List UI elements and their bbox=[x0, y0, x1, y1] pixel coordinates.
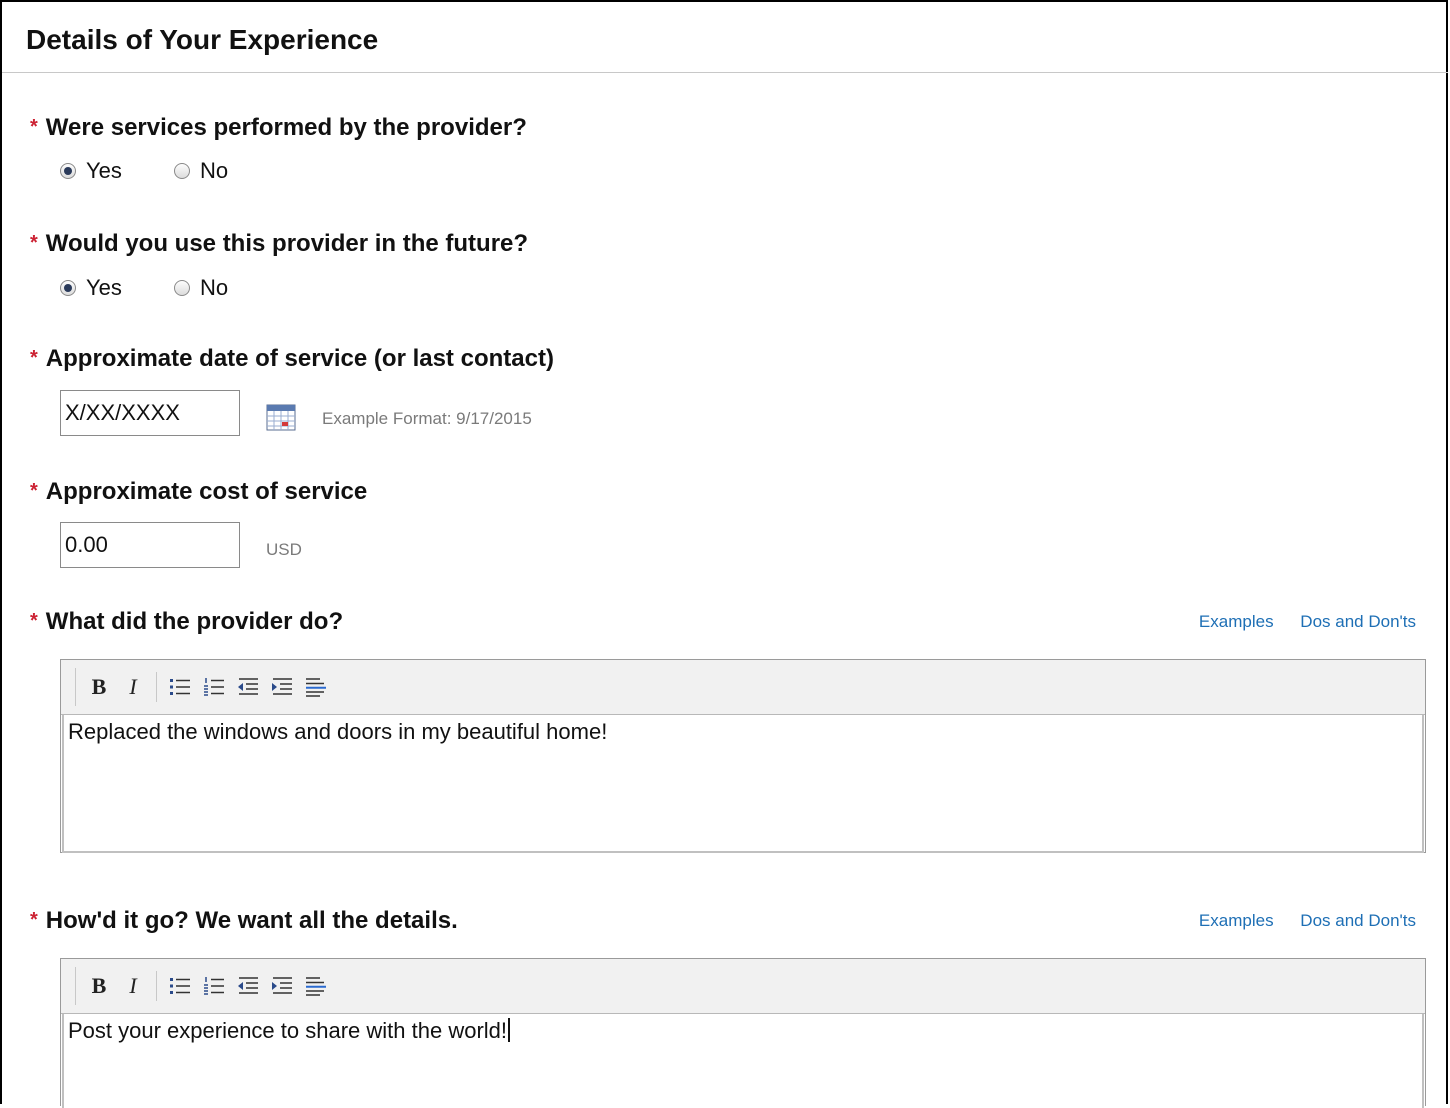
editor-text: Replaced the windows and doors in my bea… bbox=[68, 719, 608, 744]
editor-text: Post your experience to share with the w… bbox=[68, 1018, 508, 1043]
question-label: What did the provider do? bbox=[45, 608, 344, 635]
editor-toolbar: B I bbox=[61, 660, 1425, 715]
required-marker: * bbox=[30, 480, 38, 502]
required-marker: * bbox=[30, 909, 38, 931]
question-label: Would you use this provider in the futur… bbox=[45, 230, 529, 257]
outdent-icon bbox=[238, 678, 258, 695]
italic-button[interactable]: I bbox=[116, 670, 150, 704]
bold-button[interactable]: B bbox=[82, 969, 116, 1003]
indent-icon bbox=[272, 977, 292, 994]
required-marker: * bbox=[30, 232, 38, 254]
toolbar-button-group: B I bbox=[75, 967, 333, 1005]
radio-label: Yes bbox=[86, 158, 122, 183]
radio-label: No bbox=[200, 158, 229, 183]
radio-button[interactable] bbox=[60, 280, 76, 296]
radio-future-yes[interactable]: Yes bbox=[60, 275, 122, 301]
date-format-hint: Example Format: 9/17/2015 bbox=[322, 409, 532, 428]
calendar-icon[interactable] bbox=[266, 403, 296, 431]
outdent-button[interactable] bbox=[231, 969, 265, 1003]
editor-text-area[interactable]: Post your experience to share with the w… bbox=[62, 1014, 1424, 1108]
radio-button[interactable] bbox=[174, 163, 191, 179]
editor-toolbar: B I bbox=[61, 959, 1425, 1014]
toolbar-button-group: B I bbox=[75, 668, 333, 706]
radio-button[interactable] bbox=[174, 280, 191, 296]
radio-group-use-in-future: Yes No bbox=[60, 275, 274, 302]
radio-label: Yes bbox=[86, 275, 122, 300]
indent-button[interactable] bbox=[265, 670, 299, 704]
help-links: Examples Dos and Don'ts bbox=[1177, 612, 1416, 632]
required-marker: * bbox=[30, 610, 38, 632]
form-panel: Details of Your Experience * Were service… bbox=[0, 0, 1448, 1108]
outdent-button[interactable] bbox=[231, 670, 265, 704]
toolbar-separator bbox=[156, 672, 157, 702]
text-caret bbox=[508, 1018, 511, 1042]
indent-icon bbox=[272, 678, 292, 695]
radio-label: No bbox=[200, 275, 229, 300]
required-marker: * bbox=[30, 116, 38, 138]
indent-button[interactable] bbox=[265, 969, 299, 1003]
question-services-performed: * Were services performed by the provider… bbox=[30, 114, 527, 142]
examples-link[interactable]: Examples bbox=[1199, 911, 1274, 930]
question-use-in-future: * Would you use this provider in the futu… bbox=[30, 230, 528, 258]
section-title: Details of Your Experience bbox=[26, 24, 379, 55]
question-label: Approximate date of service (or last con… bbox=[45, 345, 554, 372]
question-cost-of-service: * Approximate cost of service bbox=[30, 478, 367, 506]
radio-future-no[interactable]: No bbox=[174, 275, 228, 301]
radio-services-yes[interactable]: Yes bbox=[60, 158, 122, 184]
question-label: Approximate cost of service bbox=[45, 478, 368, 505]
how-it-went-editor: B I Post your experience to share with t… bbox=[60, 958, 1426, 1108]
italic-button[interactable]: I bbox=[116, 969, 150, 1003]
bullet-list-button[interactable] bbox=[163, 969, 197, 1003]
numbered-list-icon bbox=[204, 977, 224, 995]
bold-button[interactable]: B bbox=[82, 670, 116, 704]
numbered-list-button[interactable] bbox=[197, 670, 231, 704]
currency-label: USD bbox=[266, 540, 302, 559]
align-icon bbox=[306, 977, 326, 996]
question-how-it-went: * How'd it go? We want all the details. bbox=[30, 907, 458, 935]
required-marker: * bbox=[30, 347, 38, 369]
what-provider-did-editor: B I Replaced the windows and doors in my… bbox=[60, 659, 1426, 853]
radio-group-services-performed: Yes No bbox=[60, 158, 274, 185]
question-what-provider-did: * What did the provider do? bbox=[30, 608, 343, 636]
examples-link[interactable]: Examples bbox=[1199, 612, 1274, 631]
align-icon bbox=[306, 678, 326, 697]
align-button[interactable] bbox=[299, 969, 333, 1003]
bullet-list-icon bbox=[170, 679, 190, 695]
bullet-list-button[interactable] bbox=[163, 670, 197, 704]
question-label: How'd it go? We want all the details. bbox=[45, 907, 458, 934]
dos-and-donts-link[interactable]: Dos and Don'ts bbox=[1300, 911, 1416, 930]
outdent-icon bbox=[238, 977, 258, 994]
numbered-list-button[interactable] bbox=[197, 969, 231, 1003]
help-links: Examples Dos and Don'ts bbox=[1177, 911, 1416, 931]
radio-services-no[interactable]: No bbox=[174, 158, 228, 184]
cost-of-service-input[interactable] bbox=[60, 522, 240, 568]
section-header: Details of Your Experience bbox=[2, 2, 1448, 73]
align-button[interactable] bbox=[299, 670, 333, 704]
question-date-of-service: * Approximate date of service (or last co… bbox=[30, 345, 554, 373]
toolbar-separator bbox=[156, 971, 157, 1001]
dos-and-donts-link[interactable]: Dos and Don'ts bbox=[1300, 612, 1416, 631]
question-label: Were services performed by the provider? bbox=[45, 114, 527, 141]
editor-text-area[interactable]: Replaced the windows and doors in my bea… bbox=[62, 715, 1424, 853]
numbered-list-icon bbox=[204, 678, 224, 696]
date-of-service-input[interactable] bbox=[60, 390, 240, 436]
radio-button[interactable] bbox=[60, 163, 76, 179]
bullet-list-icon bbox=[170, 978, 190, 994]
